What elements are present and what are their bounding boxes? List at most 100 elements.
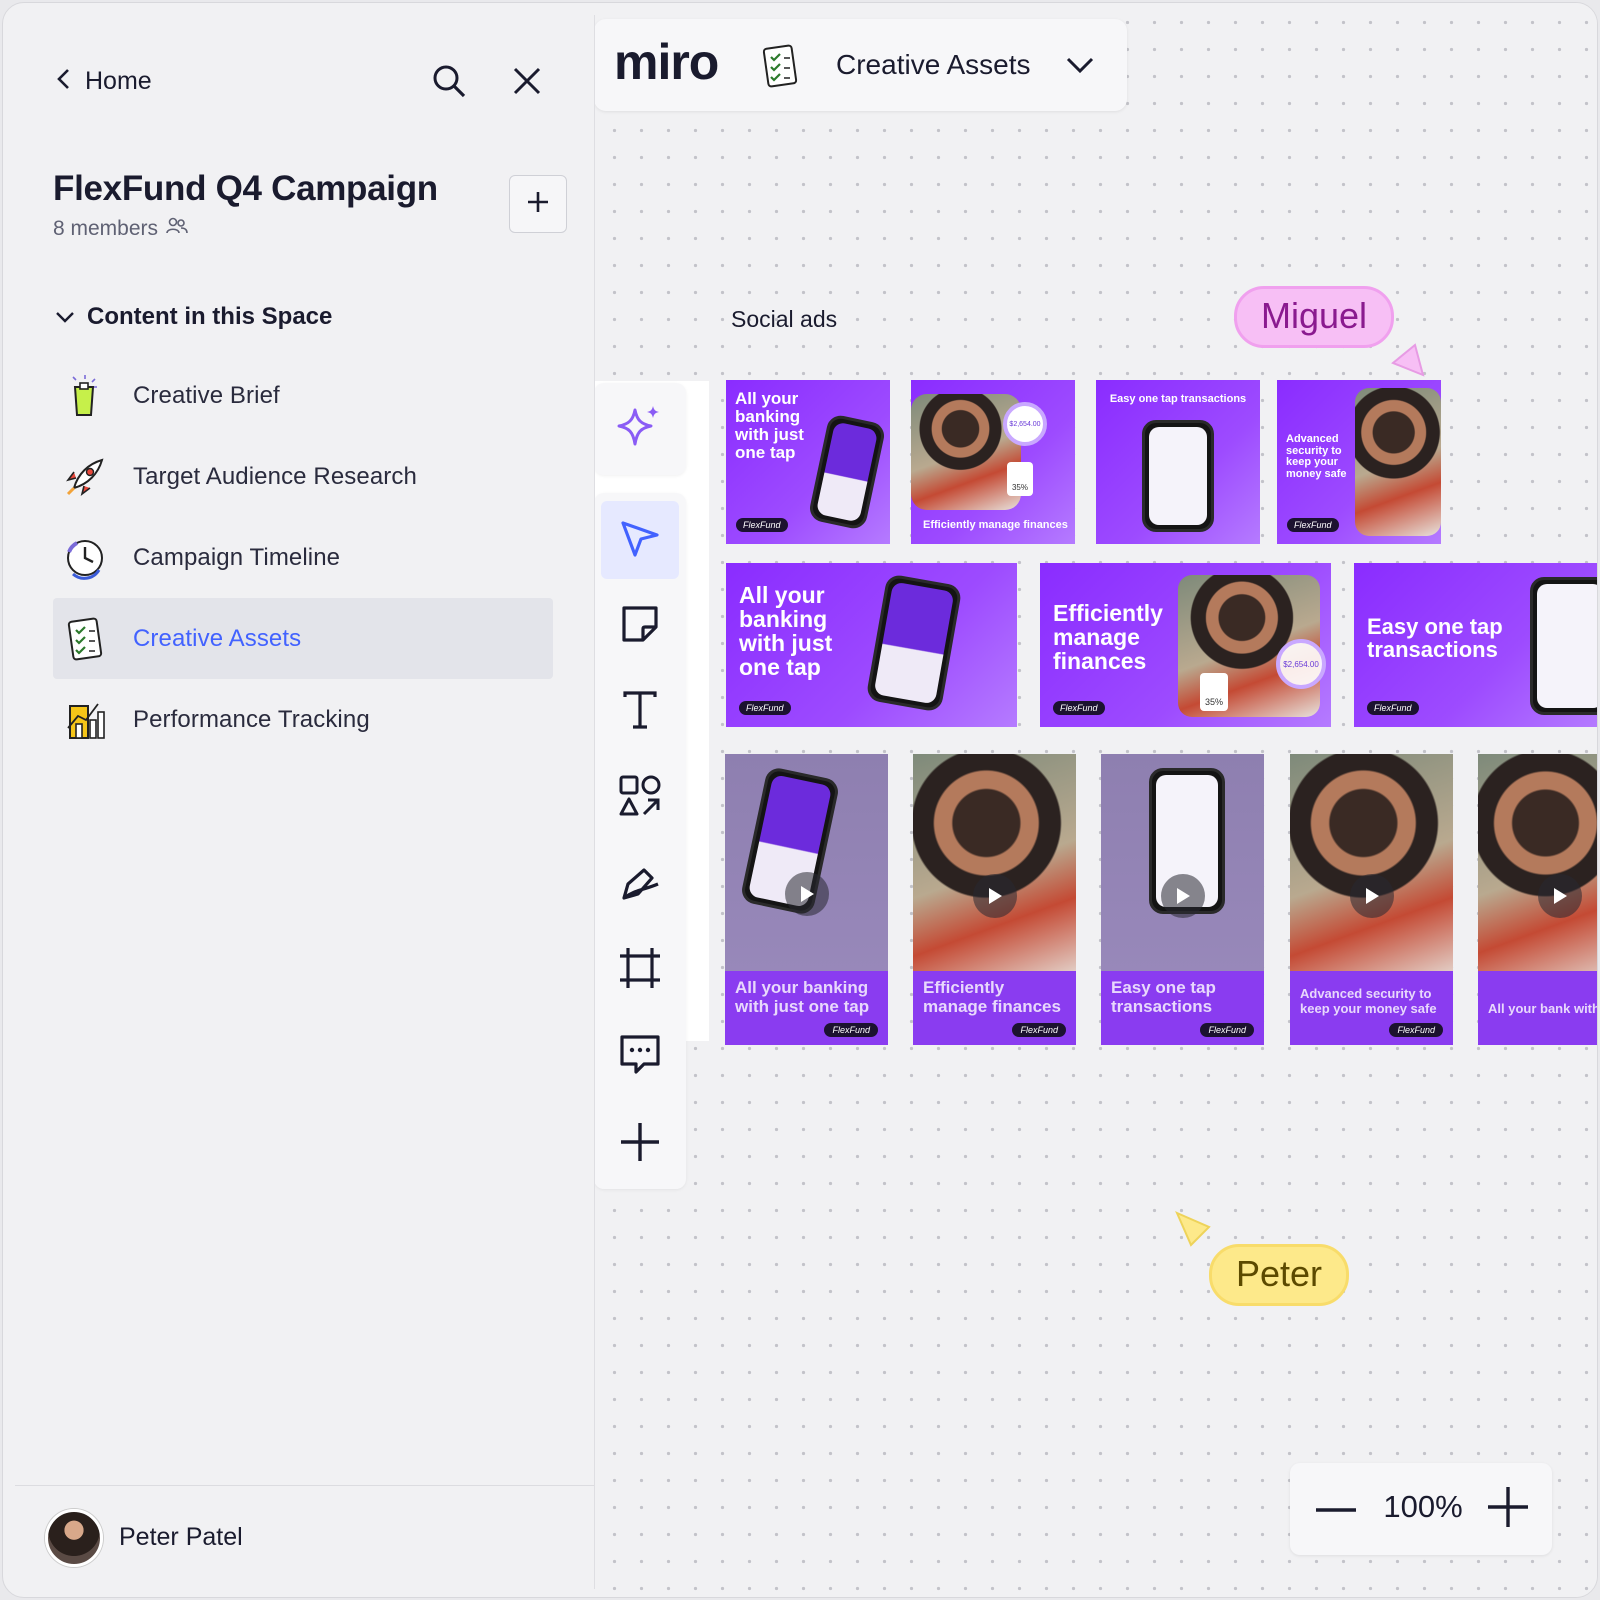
ad-card[interactable]: Efficiently manage finances $2,654.00 35… <box>1040 563 1331 727</box>
sticky-note-tool[interactable] <box>601 587 679 665</box>
video-card[interactable]: All your banking with just one tap FlexF… <box>725 754 888 1045</box>
play-icon[interactable] <box>785 872 829 916</box>
video-card[interactable]: Advanced security to keep your money saf… <box>1290 754 1453 1045</box>
stat-card: 35% <box>1007 462 1033 496</box>
play-icon[interactable] <box>1350 874 1394 918</box>
ad-caption: Efficiently manage finances <box>923 519 1068 532</box>
sidebar-item-performance-tracking[interactable]: Performance Tracking <box>53 679 553 760</box>
sidebar-item-label: Campaign Timeline <box>133 543 341 571</box>
rocket-icon <box>63 453 107 501</box>
checklist-icon <box>63 615 107 663</box>
chevron-down-icon[interactable] <box>1060 45 1100 85</box>
sidebar-item-label: Performance Tracking <box>133 705 370 733</box>
chevron-left-icon <box>55 67 71 96</box>
back-label: Home <box>85 66 152 95</box>
plus-icon <box>527 191 549 218</box>
video-card[interactable]: All your bank with just one <box>1478 754 1598 1045</box>
brand-badge: FlexFund <box>739 701 791 715</box>
ad-card[interactable]: $2,654.00 35% Efficiently manage finance… <box>911 380 1075 544</box>
phone-mockup <box>1142 420 1214 532</box>
back-home-button[interactable]: Home <box>55 61 195 101</box>
user-name: Peter Patel <box>119 1523 243 1551</box>
cursor-arrow-icon <box>1173 1209 1213 1254</box>
video-title: Efficiently manage finances <box>923 977 1061 1017</box>
ad-card[interactable]: Easy one tap transactions <box>1096 380 1260 544</box>
balance-ring: $2,654.00 <box>1003 402 1047 446</box>
people-icon <box>166 217 188 241</box>
video-title: Advanced security to keep your money saf… <box>1300 986 1437 1017</box>
ad-headline: Easy one tap transactions <box>1367 614 1503 663</box>
video-card[interactable]: Efficiently manage finances FlexFund <box>913 754 1076 1045</box>
video-card[interactable]: Easy one tap transactions FlexFund <box>1101 754 1264 1045</box>
sidebar-item-creative-brief[interactable]: Creative Brief <box>53 355 553 436</box>
ad-card[interactable]: All your banking with just one tap FlexF… <box>726 563 1017 727</box>
ad-headline: Easy one tap transactions <box>1109 393 1247 405</box>
video-title: All your banking with just one tap <box>735 977 870 1017</box>
content-list: Creative Brief Target Audience Research … <box>53 355 553 760</box>
miro-logo[interactable]: miro <box>614 37 719 87</box>
play-icon[interactable] <box>1538 874 1582 918</box>
chevron-down-icon <box>55 303 75 331</box>
brand-badge: FlexFund <box>824 1023 878 1037</box>
more-tools[interactable] <box>601 1105 679 1183</box>
sidebar-item-target-audience-research[interactable]: Target Audience Research <box>53 436 553 517</box>
sidebar-item-label: Target Audience Research <box>133 462 417 490</box>
sticky-note-icon <box>619 603 661 650</box>
zoom-level[interactable]: 100% <box>1382 1489 1464 1525</box>
shapes-tool[interactable] <box>601 759 679 837</box>
clock-icon <box>63 534 107 582</box>
balance-ring: $2,654.00 <box>1276 639 1326 689</box>
text-icon <box>619 689 661 736</box>
sidebar-item-campaign-timeline[interactable]: Campaign Timeline <box>53 517 553 598</box>
select-icon <box>619 517 661 564</box>
zoom-in-button[interactable] <box>1484 1485 1532 1533</box>
ad-headline: All your banking with just one tap <box>735 389 804 462</box>
plus-icon <box>1487 1486 1529 1533</box>
ai-sparkle-button[interactable] <box>594 383 686 475</box>
pen-tool[interactable] <box>601 845 679 923</box>
search-button[interactable] <box>427 61 471 105</box>
board-name[interactable]: Creative Assets <box>836 49 1031 81</box>
frame-icon <box>618 946 662 995</box>
cursor-label-miguel: Miguel <box>1234 286 1395 348</box>
play-icon[interactable] <box>973 874 1017 918</box>
select-tool[interactable] <box>601 501 679 579</box>
content-section-toggle[interactable]: Content in this Space <box>55 303 332 331</box>
ad-card[interactable]: Advanced security to keep your money saf… <box>1277 380 1441 544</box>
video-title: Easy one tap transactions <box>1111 977 1216 1017</box>
ad-headline: All your banking with just one tap <box>739 582 833 681</box>
clipboard-icon <box>63 372 107 420</box>
photo <box>1355 388 1441 536</box>
frame-label[interactable]: Social ads <box>731 306 837 333</box>
members-link[interactable]: 8 members <box>53 217 188 241</box>
ad-card[interactable]: Easy one tap transactions FlexFund <box>1354 563 1597 727</box>
zoom-out-button[interactable] <box>1312 1485 1360 1533</box>
members-count: 8 members <box>53 217 159 240</box>
photo <box>1290 754 1453 984</box>
text-tool[interactable] <box>601 673 679 751</box>
ad-card[interactable]: All your banking with just one tap FlexF… <box>726 380 890 544</box>
minus-icon <box>1315 1500 1357 1518</box>
photo <box>1478 754 1597 984</box>
frame-tool[interactable] <box>601 931 679 1009</box>
comment-tool[interactable] <box>601 1017 679 1095</box>
close-button[interactable] <box>505 61 549 105</box>
add-content-button[interactable] <box>509 175 567 233</box>
video-title: All your bank with just one <box>1488 1002 1598 1017</box>
phone-mockup <box>865 573 963 713</box>
sidebar-item-creative-assets[interactable]: Creative Assets <box>53 598 553 679</box>
shapes-icon <box>618 774 662 823</box>
avatar[interactable] <box>45 1508 103 1567</box>
pen-icon <box>618 860 662 909</box>
brand-badge: FlexFund <box>1200 1023 1254 1037</box>
user-profile[interactable]: Peter Patel <box>15 1485 594 1589</box>
board-header: miro Creative Assets <box>594 19 1127 111</box>
app-window: miro Creative Assets Social ads All your… <box>2 2 1598 1598</box>
play-icon[interactable] <box>1161 874 1205 918</box>
ad-headline: Advanced security to keep your money saf… <box>1286 433 1347 480</box>
photo <box>911 394 1021 510</box>
zoom-control: 100% <box>1290 1463 1552 1555</box>
section-title: Content in this Space <box>87 303 333 330</box>
sidebar-item-label: Creative Brief <box>133 381 280 409</box>
search-icon <box>431 63 467 104</box>
